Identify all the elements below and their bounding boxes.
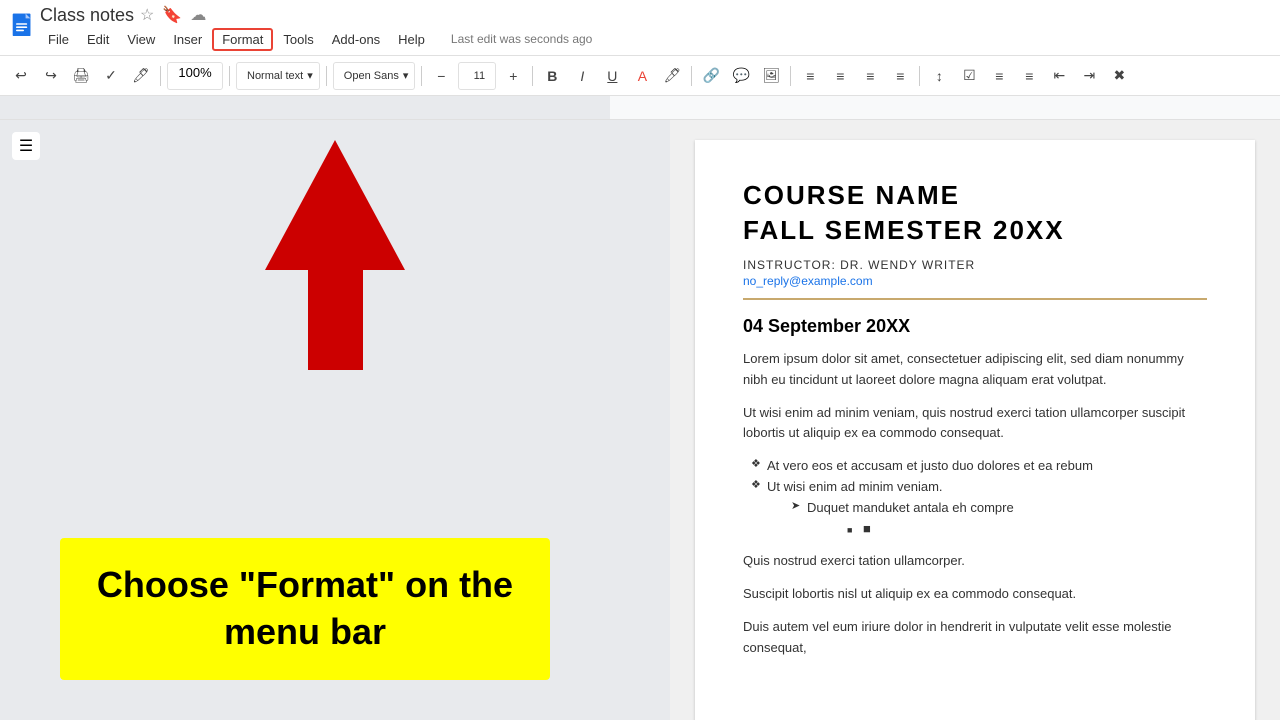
instruction-text: Choose "Format" on the menu bar <box>80 562 530 656</box>
toolbar-sep-2 <box>229 66 230 86</box>
list-item-1: At vero eos et accusam et justo duo dolo… <box>751 456 1207 477</box>
menu-file[interactable]: File <box>40 30 77 49</box>
main-content: ☰ Choose "Format" on the menu bar COURSE… <box>0 120 1280 720</box>
menu-edit[interactable]: Edit <box>79 30 117 49</box>
link-button[interactable]: 🔗 <box>698 63 724 89</box>
clear-formatting-button[interactable]: ✖ <box>1106 63 1132 89</box>
instructor-text: INSTRUCTOR: DR. WENDY WRITER <box>743 258 1207 272</box>
toolbar-sep-4 <box>421 66 422 86</box>
bold-button[interactable]: B <box>539 63 565 89</box>
cloud-icon[interactable]: ☁ <box>190 5 206 25</box>
line-spacing-button[interactable]: ↕ <box>926 63 952 89</box>
instruction-arrow <box>265 140 405 370</box>
last-edit-status: Last edit was seconds ago <box>451 32 592 46</box>
paint-format-button[interactable]: 🖊 <box>128 63 154 89</box>
title-icons: ☆ 🔖 ☁ <box>140 5 206 25</box>
bullet-list-button[interactable]: ≡ <box>986 63 1012 89</box>
date-heading: 04 September 20XX <box>743 316 1207 337</box>
highlight-button[interactable]: 🖊 <box>659 63 685 89</box>
underline-button[interactable]: U <box>599 63 625 89</box>
sidebar-toggle-button[interactable]: ☰ <box>12 132 40 160</box>
numbered-list-button[interactable]: ≡ <box>1016 63 1042 89</box>
doc-title-area: Class notes ☆ 🔖 ☁ File Edit View Inser F… <box>40 5 592 51</box>
paragraph-5: Duis autem vel eum iriure dolor in hendr… <box>743 617 1207 659</box>
spellcheck-button[interactable]: ✓ <box>98 63 124 89</box>
right-panel[interactable]: COURSE NAME FALL SEMESTER 20XX INSTRUCTO… <box>670 120 1280 720</box>
email-text: no_reply@example.com <box>743 274 1207 288</box>
menu-help[interactable]: Help <box>390 30 433 49</box>
style-dropdown-label: Normal text <box>247 70 303 82</box>
toolbar-sep-6 <box>691 66 692 86</box>
section-divider <box>743 298 1207 300</box>
increase-indent-button[interactable]: ⇥ <box>1076 63 1102 89</box>
sub-sub-bullet-symbol: ■ <box>863 521 871 536</box>
align-left-button[interactable]: ≡ <box>797 63 823 89</box>
undo-button[interactable]: ↩ <box>8 63 34 89</box>
arrow-up-icon <box>265 140 405 270</box>
font-dropdown[interactable]: Open Sans ▾ <box>333 62 416 90</box>
list-item-2: Ut wisi enim ad minim veniam. Duquet man… <box>751 477 1207 539</box>
font-size-field[interactable]: 11 <box>458 62 496 90</box>
font-size-increase-button[interactable]: + <box>500 63 526 89</box>
docs-logo-icon <box>8 12 40 44</box>
toolbar-sep-3 <box>326 66 327 86</box>
sub-list: Duquet manduket antala eh compre ■ <box>767 498 1207 540</box>
paragraph-2: Ut wisi enim ad minim veniam, quis nostr… <box>743 403 1207 445</box>
document-page: COURSE NAME FALL SEMESTER 20XX INSTRUCTO… <box>695 140 1255 720</box>
menu-tools[interactable]: Tools <box>275 30 321 49</box>
doc-title[interactable]: Class notes <box>40 5 134 26</box>
sub-list-item-1-text: Duquet manduket antala eh compre <box>807 500 1014 515</box>
bookmark-icon[interactable]: 🔖 <box>162 5 182 25</box>
italic-button[interactable]: I <box>569 63 595 89</box>
image-button[interactable]: 🖼 <box>758 63 784 89</box>
text-color-button[interactable]: A <box>629 63 655 89</box>
bullet-list: At vero eos et accusam et justo duo dolo… <box>743 456 1207 539</box>
toolbar-sep-8 <box>919 66 920 86</box>
menu-addons[interactable]: Add-ons <box>324 30 388 49</box>
toolbar-sep-5 <box>532 66 533 86</box>
style-dropdown[interactable]: Normal text ▾ <box>236 62 320 90</box>
sub-sub-list: ■ <box>807 519 1207 540</box>
print-button[interactable]: 🖨 <box>68 63 94 89</box>
font-size-value: 11 <box>474 70 485 82</box>
paragraph-1: Lorem ipsum dolor sit amet, consectetuer… <box>743 349 1207 391</box>
ruler: 1 2 3 4 5 <box>0 96 1280 120</box>
toolbar-sep-7 <box>790 66 791 86</box>
paragraph-3: Quis nostrud exerci tation ullamcorper. <box>743 551 1207 572</box>
font-dropdown-label: Open Sans <box>344 70 399 82</box>
left-panel: ☰ Choose "Format" on the menu bar <box>0 120 670 720</box>
ruler-left <box>0 96 610 120</box>
arrow-shaft-icon <box>308 270 363 370</box>
sub-sub-list-item-1: ■ <box>847 519 1207 540</box>
font-dropdown-arrow: ▾ <box>403 69 409 82</box>
comment-button[interactable]: 💬 <box>728 63 754 89</box>
checklist-button[interactable]: ☑ <box>956 63 982 89</box>
star-icon[interactable]: ☆ <box>140 5 154 25</box>
menu-format[interactable]: Format <box>212 28 273 51</box>
course-name-heading: COURSE NAME <box>743 180 1207 211</box>
doc-title-row: Class notes ☆ 🔖 ☁ <box>40 5 592 26</box>
align-center-button[interactable]: ≡ <box>827 63 853 89</box>
paragraph-4: Suscipit lobortis nisl ut aliquip ex ea … <box>743 584 1207 605</box>
menu-view[interactable]: View <box>119 30 163 49</box>
redo-button[interactable]: ↪ <box>38 63 64 89</box>
title-bar: Class notes ☆ 🔖 ☁ File Edit View Inser F… <box>0 0 1280 56</box>
align-justify-button[interactable]: ≡ <box>887 63 913 89</box>
sub-list-item-1: Duquet manduket antala eh compre ■ <box>791 498 1207 540</box>
align-right-button[interactable]: ≡ <box>857 63 883 89</box>
font-size-decrease-button[interactable]: − <box>428 63 454 89</box>
menu-bar: File Edit View Inser Format Tools Add-on… <box>40 28 592 51</box>
instruction-box: Choose "Format" on the menu bar <box>60 538 550 680</box>
toolbar: ↩ ↪ 🖨 ✓ 🖊 100% Normal text ▾ Open Sans ▾… <box>0 56 1280 96</box>
menu-insert[interactable]: Inser <box>165 30 210 49</box>
semester-heading: FALL SEMESTER 20XX <box>743 215 1207 246</box>
zoom-dropdown[interactable]: 100% <box>167 62 223 90</box>
list-item-2-text: Ut wisi enim ad minim veniam. <box>767 479 943 494</box>
toolbar-sep-1 <box>160 66 161 86</box>
style-dropdown-arrow: ▾ <box>307 69 313 82</box>
decrease-indent-button[interactable]: ⇤ <box>1046 63 1072 89</box>
